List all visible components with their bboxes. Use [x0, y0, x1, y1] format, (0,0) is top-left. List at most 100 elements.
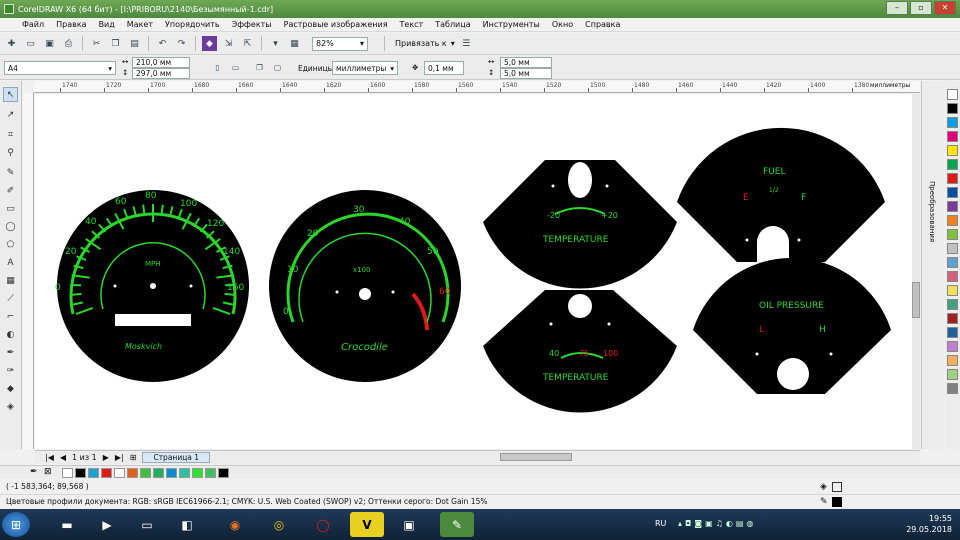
snap-to-dropdown[interactable]: Привязать к [395, 39, 447, 48]
freehand-tool-icon[interactable]: ✎ [3, 165, 18, 180]
fill-swatch[interactable] [832, 482, 842, 492]
document-palette-swatch[interactable] [75, 468, 86, 478]
maximize-button[interactable]: ▫ [910, 1, 932, 15]
horizontal-scroll-thumb[interactable] [500, 453, 572, 461]
nudge-distance-field[interactable]: 0,1 мм [424, 61, 464, 75]
vertical-scrollbar[interactable] [912, 94, 920, 449]
horizontal-ruler[interactable]: 1740 1720 1700 1680 1660 1640 1620 1600 1580 1560… [34, 81, 920, 93]
palette-swatch[interactable] [947, 313, 958, 324]
firefox-icon[interactable]: ◉ [218, 512, 252, 537]
table-tool-icon[interactable]: ▦ [3, 273, 18, 288]
outline-swatch[interactable] [832, 497, 842, 507]
palette-swatch[interactable] [947, 243, 958, 254]
drawing-canvas[interactable]: 0 20 40 60 80 100 120 140 160 MPH Moskvi… [35, 94, 920, 449]
palette-swatch[interactable] [947, 103, 958, 114]
page-height-field[interactable]: 297,0 мм [132, 68, 190, 79]
v-app-icon[interactable]: V [350, 512, 384, 537]
effects-tool-icon[interactable]: ◐ [3, 327, 18, 342]
menu-file[interactable]: Файл [22, 20, 44, 29]
menu-arrange[interactable]: Упорядочить [165, 20, 220, 29]
palette-swatch[interactable] [947, 187, 958, 198]
menu-window[interactable]: Окно [552, 20, 573, 29]
color-profiles-text[interactable]: Цветовые профили документа: RGB: sRGB IE… [6, 497, 487, 506]
palette-swatch[interactable] [947, 117, 958, 128]
open-folder-icon[interactable]: ▭ [23, 36, 38, 51]
interactive-fill-icon[interactable]: ◈ [3, 399, 18, 414]
fuel-gauge[interactable]: FUEL E 1/2 F [677, 127, 885, 262]
ellipse-tool-icon[interactable]: ◯ [3, 219, 18, 234]
opera-icon[interactable]: ◯ [306, 512, 340, 537]
pick-tool-icon[interactable]: ↖ [3, 87, 18, 102]
document-palette-swatch[interactable] [179, 468, 190, 478]
media-player-icon[interactable]: ▶ [90, 512, 124, 537]
palette-swatch[interactable] [947, 299, 958, 310]
text-tool-icon[interactable]: A [3, 255, 18, 270]
save-icon[interactable]: ▣ [42, 36, 57, 51]
page-size-select[interactable]: A4 ▾ [4, 61, 116, 75]
zoom-tool-icon[interactable]: ⚲ [3, 145, 18, 160]
menu-effects[interactable]: Эффекты [232, 20, 272, 29]
menu-bitmaps[interactable]: Растровые изображения [284, 20, 388, 29]
palette-swatch[interactable] [947, 201, 958, 212]
portrait-icon[interactable]: ▯ [210, 60, 225, 75]
minimize-button[interactable]: – [886, 1, 908, 15]
import-icon[interactable]: ⇲ [221, 36, 236, 51]
temperature-gauge-top[interactable]: -20 +20 TEMPERATURE [483, 160, 677, 289]
document-palette-swatch[interactable] [140, 468, 151, 478]
crop-tool-icon[interactable]: ⌗ [3, 127, 18, 142]
temperature-gauge-bottom[interactable]: 40 75 100 TEMPERATURE [483, 290, 677, 413]
speedometer-gauge[interactable]: 0 20 40 60 80 100 120 140 160 MPH Moskvi… [55, 190, 249, 382]
palette-swatch[interactable] [947, 327, 958, 338]
rectangle-tool-icon[interactable]: ▭ [3, 201, 18, 216]
application-launcher-icon[interactable]: ▾ [268, 36, 283, 51]
add-page-icon[interactable]: ⊞ [130, 453, 137, 462]
last-page-icon[interactable]: ▶| [115, 453, 124, 462]
document-palette-swatch[interactable] [114, 468, 125, 478]
tachometer-gauge[interactable]: 0 10 20 30 40 50 60 x100 Crocodile [269, 190, 461, 382]
welcome-screen-icon[interactable]: ▦ [287, 36, 302, 51]
language-indicator[interactable]: RU [655, 519, 666, 528]
palette-swatch[interactable] [947, 131, 958, 142]
palette-swatch[interactable] [947, 271, 958, 282]
smart-fill-icon[interactable]: ✐ [3, 183, 18, 198]
current-page-icon[interactable]: ▢ [270, 60, 285, 75]
menu-help[interactable]: Справка [585, 20, 620, 29]
palette-swatch[interactable] [947, 257, 958, 268]
copy-icon[interactable]: ❐ [108, 36, 123, 51]
coreldraw-taskbar-icon[interactable]: ✎ [440, 512, 474, 537]
palette-swatch[interactable] [947, 159, 958, 170]
zoom-level-field[interactable]: 82% ▾ [312, 36, 368, 51]
shape-tool-icon[interactable]: ↗ [3, 107, 18, 122]
menu-table[interactable]: Таблица [435, 20, 470, 29]
menu-tools[interactable]: Инструменты [483, 20, 540, 29]
explorer-icon[interactable]: ▬ [50, 512, 84, 537]
fill-tool-icon[interactable]: ◆ [3, 381, 18, 396]
monitor-icon[interactable]: ▣ [392, 512, 426, 537]
gauge-artwork[interactable]: 0 20 40 60 80 100 120 140 160 MPH Moskvi… [35, 94, 920, 449]
palette-swatch[interactable] [947, 285, 958, 296]
print-icon[interactable]: ⎙ [61, 36, 76, 51]
menu-view[interactable]: Вид [99, 20, 115, 29]
transformations-docker[interactable]: Преобразования [921, 81, 944, 449]
undo-icon[interactable]: ↶ [155, 36, 170, 51]
search-content-icon[interactable]: ◆ [202, 36, 217, 51]
docker-tab-label[interactable]: Преобразования [928, 181, 936, 242]
palette-swatch[interactable] [947, 229, 958, 240]
document-palette-swatch[interactable] [218, 468, 229, 478]
document-palette-swatch[interactable] [101, 468, 112, 478]
cut-icon[interactable]: ✂ [89, 36, 104, 51]
fill-indicator-icon[interactable]: ◈ [820, 480, 827, 494]
palette-swatch[interactable] [947, 215, 958, 226]
all-pages-icon[interactable]: ❐ [252, 60, 267, 75]
prev-page-icon[interactable]: ◀ [60, 453, 66, 462]
folder-icon[interactable]: ▭ [130, 512, 164, 537]
palette-swatch[interactable] [947, 173, 958, 184]
menu-edit[interactable]: Правка [56, 20, 86, 29]
new-document-icon[interactable]: ✚ [4, 36, 19, 51]
duplicate-x-field[interactable]: 5,0 мм [500, 57, 552, 68]
outline-pen-icon[interactable]: ✑ [3, 363, 18, 378]
palette-swatch[interactable] [947, 383, 958, 394]
scroll-thumb[interactable] [912, 282, 920, 318]
document-palette-swatch[interactable] [192, 468, 203, 478]
oil-pressure-gauge[interactable]: OIL PRESSURE L H [693, 257, 891, 394]
